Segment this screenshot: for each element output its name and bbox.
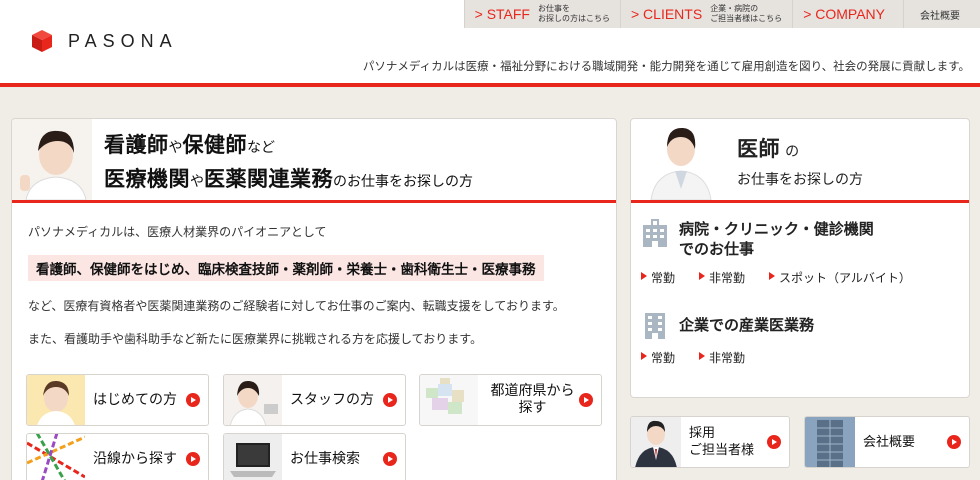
company-overview-label: 会社概要 [863, 434, 916, 450]
header-divider [0, 83, 980, 87]
company-overview-button[interactable]: 会社概要 [804, 416, 970, 468]
nurse-photo [12, 119, 92, 200]
title-public-health-nurse: 保健師 [182, 133, 247, 157]
corporate-parttime-link[interactable]: 非常勤 [699, 349, 745, 366]
title-medical-institutions: 医療機関 [104, 167, 190, 191]
first-time-label: はじめての方 [93, 391, 177, 408]
intro-text: パソナメディカルは、医療人材業界のパイオニアとして [28, 225, 327, 239]
company-building-photo [805, 417, 855, 467]
prefecture-map-icon [420, 375, 478, 425]
arrow-right-icon [579, 393, 593, 407]
pasona-logo[interactable]: PASONA [30, 28, 178, 54]
job-search-button[interactable]: お仕事検索 [223, 433, 406, 480]
hospital-jobs-title: 病院・クリニック・健診機関 でのお仕事 [679, 220, 874, 258]
title-job-seekers: のお仕事をお探しの方 [333, 174, 473, 190]
arrow-right-icon [383, 452, 397, 466]
doctor-title-no: の [785, 144, 800, 160]
nav-corporate-overview-label: 会社概要 [920, 10, 960, 22]
prefecture-label: 都道府県から探す [490, 383, 575, 416]
recruiter-button[interactable]: 採用 ご担当者様 [630, 416, 790, 468]
title-pharma-business: 医薬関連業務 [204, 167, 333, 191]
nav-staff-label: > STAFF [474, 6, 530, 22]
nav-clients-label: > CLIENTS [630, 6, 703, 22]
first-time-photo [27, 375, 85, 425]
arrow-right-icon [186, 452, 200, 466]
corporate-fulltime-link[interactable]: 常勤 [641, 349, 675, 366]
title-nurse: 看護師 [104, 133, 169, 157]
nurse-medical-panel: 看護師や保健師など 医療機関や医薬関連業務のお仕事をお探しの方 パソナメディカル… [11, 118, 617, 480]
pasona-logo-icon [32, 30, 52, 52]
search-by-train-line-button[interactable]: 沿線から探す [26, 433, 209, 480]
occupational-physician-title: 企業での産業医業務 [679, 316, 815, 334]
first-time-button[interactable]: はじめての方 [26, 374, 209, 426]
job-search-label: お仕事検索 [290, 450, 360, 467]
train-line-map-icon [27, 434, 85, 480]
doctor-subtitle: お仕事をお探しの方 [737, 172, 863, 188]
top-navigation: > STAFF お仕事を お探しの方はこちら > CLIENTS 企業・病院の … [463, 0, 980, 28]
doctor-photo [645, 119, 715, 200]
arrow-right-icon [947, 435, 961, 449]
header-tagline: パソナメディカルは医療・福祉分野における職域開発・能力開発を通じて雇用創造を図り… [362, 59, 970, 73]
office-building-icon [645, 313, 665, 339]
logo-text: PASONA [68, 30, 178, 51]
hospital-jobs-section: 病院・クリニック・健診機関 でのお仕事 常勤 非常勤 スポット（アルバイト） [641, 219, 935, 286]
nav-clients[interactable]: > CLIENTS 企業・病院の ご担当者様はこちら [621, 0, 794, 28]
train-line-label: 沿線から探す [93, 450, 177, 467]
nav-staff-sub: お仕事を お探しの方はこちら [537, 4, 610, 23]
hospital-parttime-link[interactable]: 非常勤 [699, 269, 745, 286]
nav-company-label: > COMPANY [803, 6, 885, 22]
hospital-spot-link[interactable]: スポット（アルバイト） [769, 269, 911, 286]
nav-corporate-overview[interactable]: 会社概要 [904, 0, 980, 28]
occupational-physician-section: 企業での産業医業務 常勤 非常勤 [641, 311, 814, 366]
staff-photo [224, 375, 282, 425]
hospital-building-icon [643, 219, 667, 247]
nurse-panel-header: 看護師や保健師など 医療機関や医薬関連業務のお仕事をお探しの方 [12, 119, 616, 203]
nav-company[interactable]: > COMPANY [793, 0, 904, 28]
doctor-title: 医師 [737, 137, 780, 161]
laptop-photo [224, 434, 282, 480]
hospital-fulltime-link[interactable]: 常勤 [641, 269, 675, 286]
nav-clients-sub: 企業・病院の ご担当者様はこちら [710, 4, 783, 23]
support-text: また、看護助手や歯科助手など新たに医療業界に挑戦される方を応援しております。 [28, 332, 483, 346]
doctor-panel-header: 医師 の お仕事をお探しの方 [631, 119, 969, 203]
title-ya: や [168, 140, 183, 156]
arrow-right-icon [186, 393, 200, 407]
title-nado: など [247, 140, 275, 156]
site-header: PASONA > STAFF お仕事を お探しの方はこちら > CLIENTS … [0, 0, 980, 87]
nav-staff[interactable]: > STAFF お仕事を お探しの方はこちら [465, 0, 621, 28]
staff-button[interactable]: スタッフの方 [223, 374, 406, 426]
staff-label: スタッフの方 [290, 391, 374, 408]
title-ya-2: や [190, 174, 204, 190]
description-text: など、医療有資格者や医薬関連業務のご経験者に対してお仕事のご案内、転職支援をして… [28, 299, 565, 313]
search-by-prefecture-button[interactable]: 都道府県から探す [419, 374, 602, 426]
doctor-panel: 医師 の お仕事をお探しの方 病院・クリニック・健診機関 でのお仕事 常勤 非常… [630, 118, 970, 398]
arrow-right-icon [767, 435, 781, 449]
profession-highlight: 看護師、保健師をはじめ、臨床検査技師・薬剤師・栄養士・歯科衛生士・医療事務 [28, 255, 544, 281]
recruiter-label: 採用 ご担当者様 [689, 426, 755, 458]
arrow-right-icon [383, 393, 397, 407]
recruiter-photo [631, 417, 681, 467]
